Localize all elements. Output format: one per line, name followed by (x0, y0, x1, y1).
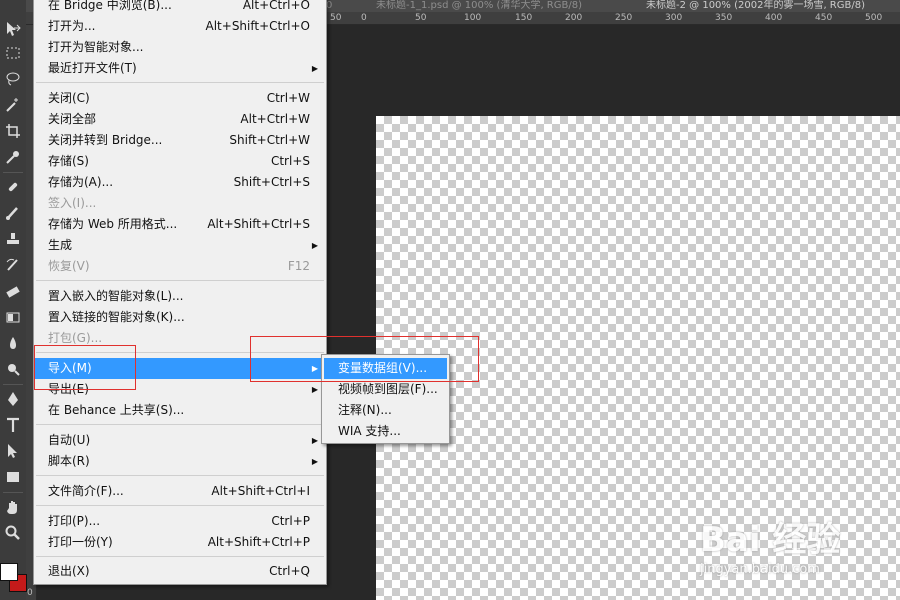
menu-item-close-all[interactable]: 关闭全部 Alt+Ctrl+W (34, 109, 326, 130)
menu-item-exit[interactable]: 退出(X) Ctrl+Q (34, 561, 326, 582)
menu-separator (36, 82, 324, 83)
menu-item-save[interactable]: 存储(S) Ctrl+S (34, 151, 326, 172)
gradient-tool-icon[interactable] (2, 306, 24, 328)
document-tab[interactable]: 未标题-1_1.psd @ 100% (清华大学, RGB/8) (376, 0, 646, 12)
menu-item-automate[interactable]: 自动(U) ▶ (34, 430, 326, 451)
ruler-tick: 50 (330, 13, 342, 23)
menu-item-export[interactable]: 导出(E) ▶ (34, 379, 326, 400)
menu-item-open-as[interactable]: 打开为... Alt+Shift+Ctrl+O (34, 16, 326, 37)
healing-brush-tool-icon[interactable] (2, 176, 24, 198)
menu-item-open-as-smart-object[interactable]: 打开为智能对象... (34, 37, 326, 58)
foreground-color-swatch[interactable] (0, 563, 18, 581)
menu-item-save-as[interactable]: 存储为(A)... Shift+Ctrl+S (34, 172, 326, 193)
brush-tool-icon[interactable] (2, 202, 24, 224)
submenu-arrow-icon: ▶ (311, 457, 318, 466)
menu-separator (36, 475, 324, 476)
menu-item-package: 打包(G)... (48, 331, 103, 345)
menu-separator (36, 505, 324, 506)
ruler-tick: 250 (615, 13, 633, 23)
file-menu: 在 Bridge 中浏览(B)... Alt+Ctrl+O 打开为... Alt+S… (33, 0, 327, 585)
menu-item-import[interactable]: 导入(M) ▶ (34, 358, 326, 379)
submenu-arrow-icon: ▶ (311, 436, 318, 445)
submenu-arrow-icon: ▶ (311, 385, 318, 394)
menu-item-scripts[interactable]: 脚本(R) ▶ (34, 451, 326, 472)
ruler-tick: 50 (415, 13, 427, 23)
menu-item-print-one-copy[interactable]: 打印一份(Y) Alt+Shift+Ctrl+P (34, 532, 326, 553)
type-tool-icon[interactable] (2, 414, 24, 436)
submenu-item-video-frames-to-layers[interactable]: 视频帧到图层(F)... (324, 379, 447, 400)
baidu-jingyan-watermark: Bai 经验 jingyan.baidu.com (700, 512, 880, 592)
menu-item-browse-in-bridge[interactable]: 在 Bridge 中浏览(B)... Alt+Ctrl+O (34, 0, 326, 16)
blur-tool-icon[interactable] (2, 332, 24, 354)
hand-tool-icon[interactable] (2, 496, 24, 518)
ruler-tick: 450 (815, 13, 833, 23)
ruler-tick: 500 (865, 13, 883, 23)
menu-item-place-linked[interactable]: 置入链接的智能对象(K)... (34, 307, 326, 328)
menu-item-close-and-go-to-bridge[interactable]: 关闭并转到 Bridge... Shift+Ctrl+W (34, 130, 326, 151)
clone-stamp-tool-icon[interactable] (2, 228, 24, 250)
submenu-item-wia-support[interactable]: WIA 支持... (324, 421, 447, 442)
import-submenu: 变量数据组(V)... 视频帧到图层(F)... 注释(N)... WIA 支持… (321, 354, 450, 444)
watermark-url: jingyan.baidu.com (700, 562, 820, 577)
menu-item-close[interactable]: 关闭(C) Ctrl+W (34, 88, 326, 109)
menu-item-open-recent[interactable]: 最近打开文件(T) ▶ (34, 58, 326, 79)
rectangle-tool-icon[interactable] (2, 466, 24, 488)
marquee-tool-icon[interactable] (2, 42, 24, 64)
submenu-arrow-icon: ▶ (311, 241, 318, 250)
submenu-arrow-icon: ▶ (311, 364, 318, 373)
menu-separator (36, 424, 324, 425)
menu-item-place-embedded[interactable]: 置入嵌入的智能对象(L)... (34, 286, 326, 307)
ruler-tick: 300 (665, 13, 683, 23)
menu-item-print[interactable]: 打印(P)... Ctrl+P (34, 511, 326, 532)
zoom-tool-icon[interactable] (2, 522, 24, 544)
watermark-logo: Bai 经验 (700, 520, 841, 560)
ruler-tick: 400 (765, 13, 783, 23)
crop-tool-icon[interactable] (2, 120, 24, 142)
menu-separator (36, 556, 324, 557)
ruler-corner-value: 0 (27, 588, 33, 598)
submenu-item-variable-data-sets[interactable]: 变量数据组(V)... (324, 358, 447, 379)
move-tool-icon[interactable] (2, 18, 24, 40)
document-tab[interactable]: 0 (326, 0, 366, 12)
menu-item-save-for-web[interactable]: 存储为 Web 所用格式... Alt+Shift+Ctrl+S (34, 214, 326, 235)
ruler-tick: 150 (515, 13, 533, 23)
dodge-tool-icon[interactable] (2, 358, 24, 380)
eraser-tool-icon[interactable] (2, 280, 24, 302)
menu-separator (36, 280, 324, 281)
menu-item-check-in: 签入(I)... (48, 196, 97, 210)
submenu-item-notes[interactable]: 注释(N)... (324, 400, 447, 421)
magic-wand-tool-icon[interactable] (2, 94, 24, 116)
ruler-tick: 0 (361, 13, 367, 23)
tools-panel (0, 0, 27, 600)
history-brush-tool-icon[interactable] (2, 254, 24, 276)
menu-separator (36, 352, 324, 353)
pen-tool-icon[interactable] (2, 388, 24, 410)
lasso-tool-icon[interactable] (2, 68, 24, 90)
menu-item-generate[interactable]: 生成 ▶ (34, 235, 326, 256)
ruler-tick: 200 (565, 13, 583, 23)
ruler-tick: 350 (715, 13, 733, 23)
ruler-tick: 100 (464, 13, 482, 23)
submenu-arrow-icon: ▶ (311, 64, 318, 73)
document-tab-active[interactable]: 未标题-2 @ 100% (2002年的雾一场雪, RGB/8) (646, 0, 900, 12)
eyedropper-tool-icon[interactable] (2, 146, 24, 168)
menu-item-revert: 恢复(V) F12 (48, 259, 310, 273)
path-selection-tool-icon[interactable] (2, 440, 24, 462)
menu-item-file-info[interactable]: 文件简介(F)... Alt+Shift+Ctrl+I (34, 481, 326, 502)
menu-item-share-on-behance[interactable]: 在 Behance 上共享(S)... (34, 400, 326, 421)
